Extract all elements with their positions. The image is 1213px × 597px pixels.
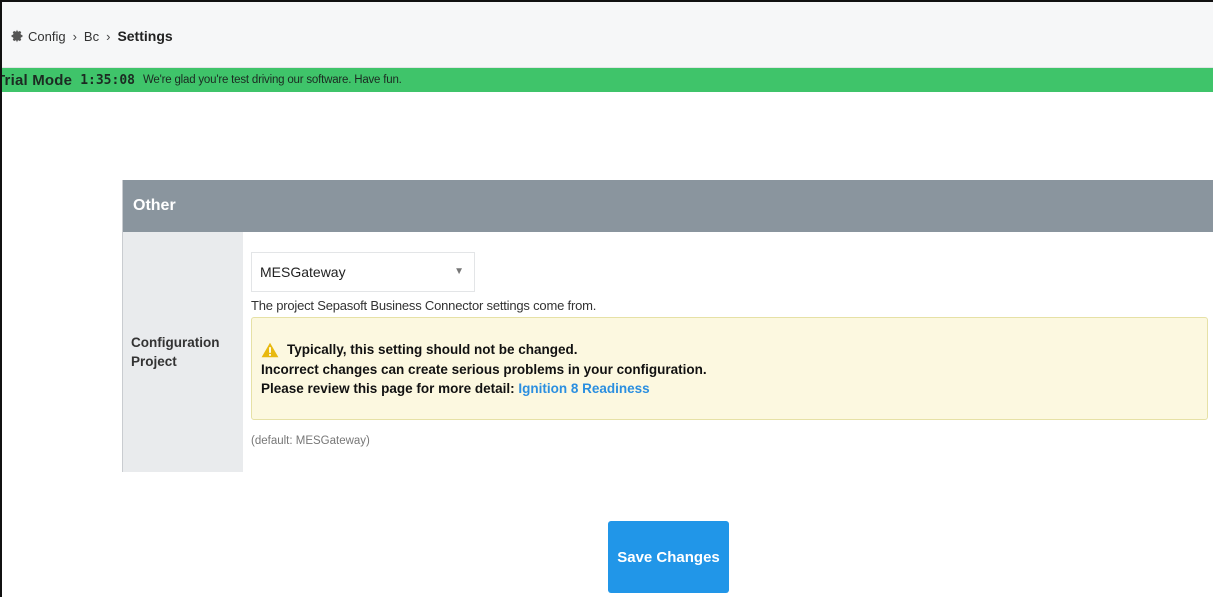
top-bar: Config › Bc › Settings [2, 2, 1213, 68]
setting-label-line2: Project [131, 354, 177, 369]
breadcrumb-item-bc[interactable]: Bc [84, 29, 99, 44]
breadcrumb-separator-icon: › [72, 28, 77, 44]
trial-banner: Trial Mode 1:35:08 We're glad you're tes… [2, 68, 1213, 92]
dropdown-arrow-icon: ▼ [454, 266, 464, 277]
section-header: Other [123, 180, 1213, 232]
trial-message: We're glad you're test driving our softw… [142, 74, 402, 86]
select-value: MESGateway [260, 264, 346, 280]
section-title: Other [133, 197, 176, 214]
trial-timer: 1:35:08 [80, 72, 135, 88]
setting-row: Configuration Project MESGateway ▼ The p… [123, 232, 1213, 472]
setting-value: MESGateway ▼ The project Sepasoft Busine… [243, 232, 1213, 472]
warning-line-1: Typically, this setting should not be ch… [287, 342, 578, 357]
warning-line-3: Please review this page for more detail: [261, 381, 515, 396]
page-title: Settings [117, 28, 173, 44]
warning-icon [261, 342, 279, 358]
page-frame: Config › Bc › Settings Trial Mode 1:35:0… [0, 0, 1213, 597]
warning-box: Typically, this setting should not be ch… [251, 317, 1208, 420]
setting-label-line1: Configuration [131, 335, 220, 350]
breadcrumb-item-config[interactable]: Config [28, 29, 66, 44]
gear-icon [11, 29, 23, 43]
setting-label: Configuration Project [123, 232, 243, 472]
default-value-note: (default: MESGateway) [251, 435, 370, 447]
warning-line-2: Incorrect changes can create serious pro… [261, 361, 707, 377]
settings-panel: Other Configuration Project MESGateway ▼… [122, 180, 1213, 472]
configuration-project-select[interactable]: MESGateway ▼ [251, 252, 475, 292]
setting-description: The project Sepasoft Business Connector … [251, 298, 597, 313]
breadcrumb: Config › Bc › Settings [10, 26, 173, 46]
ignition-8-readiness-link[interactable]: Ignition 8 Readiness [518, 381, 649, 396]
save-changes-button[interactable]: Save Changes [608, 521, 729, 593]
breadcrumb-separator-icon: › [106, 28, 111, 44]
trial-mode-label: Trial Mode [0, 71, 73, 89]
